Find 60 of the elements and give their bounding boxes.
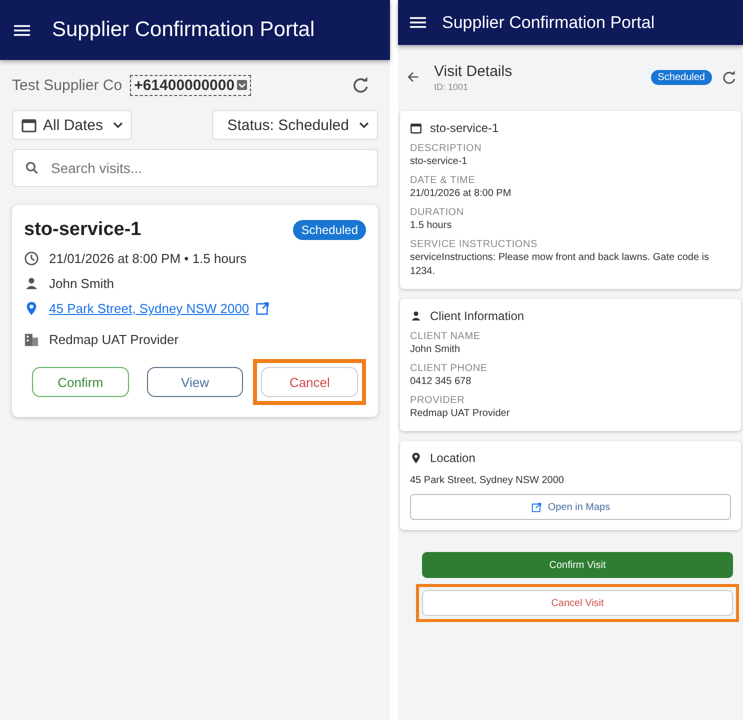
- search-icon: [25, 161, 39, 175]
- location-address: 45 Park Street, Sydney NSW 2000: [410, 475, 565, 486]
- app-title: Supplier Confirmation Portal: [442, 12, 655, 32]
- field-value: 0412 345 678: [410, 375, 472, 389]
- field-label: CLIENT PHONE: [410, 363, 488, 374]
- field-value: 21/01/2026 at 8:00 PM: [410, 187, 512, 201]
- field-value: sto-service-1: [410, 155, 468, 169]
- chevron-down-icon: [113, 122, 124, 128]
- search-input[interactable]: Search visits...: [49, 159, 365, 177]
- confirm-button[interactable]: Confirm: [32, 367, 129, 397]
- status-badge: Scheduled: [650, 70, 712, 84]
- open-in-maps-button[interactable]: Open in Maps: [410, 494, 731, 520]
- view-button[interactable]: View: [146, 367, 244, 397]
- menu-icon[interactable]: [410, 16, 426, 29]
- provider-name: Redmap UAT Provider: [49, 332, 179, 347]
- field-label: DATE & TIME: [410, 175, 476, 186]
- person-icon: [410, 310, 422, 322]
- chevron-down-icon: [359, 122, 369, 128]
- calendar-icon: [21, 117, 37, 133]
- cancel-button[interactable]: Cancel: [261, 367, 358, 397]
- search-field[interactable]: Search visits...: [12, 149, 378, 187]
- refresh-icon[interactable]: [722, 70, 737, 84]
- visit-id: ID: 1001: [434, 82, 470, 92]
- dropdown-icon: [236, 80, 247, 90]
- app-title: Supplier Confirmation Portal: [52, 18, 315, 42]
- address-link[interactable]: 45 Park Street, Sydney NSW 2000: [49, 301, 250, 316]
- visit-time: 21/01/2026 at 8:00 PM • 1.5 hours: [49, 251, 247, 266]
- confirm-visit-button[interactable]: Confirm Visit: [422, 552, 733, 578]
- clock-icon: [24, 251, 39, 266]
- building-icon: [24, 332, 39, 347]
- location-pin-icon: [24, 301, 39, 316]
- external-link-icon: [530, 502, 542, 512]
- status-badge: Scheduled: [293, 220, 366, 240]
- filter-dropdown[interactable]: All Dates: [12, 110, 132, 140]
- page-title: Visit Details: [434, 62, 512, 80]
- field-value: Redmap UAT Provider: [410, 407, 511, 421]
- field-value: 1.5 hours: [410, 219, 453, 233]
- field-label: DESCRIPTION: [410, 143, 483, 154]
- phone-selector[interactable]: +61400000000: [130, 74, 251, 96]
- section-title: sto-service-1: [430, 121, 499, 135]
- field-label: CLIENT NAME: [410, 331, 482, 342]
- field-value: serviceInstructions: Please mow front and back lawns. Gate code is 1234.: [410, 251, 710, 279]
- section-title: Location: [430, 451, 476, 465]
- supplier-name: Test Supplier Co: [12, 76, 122, 94]
- external-link-icon[interactable]: [255, 301, 270, 316]
- cancel-visit-button[interactable]: Cancel Visit: [422, 590, 733, 616]
- menu-icon[interactable]: [14, 24, 30, 36]
- field-value: John Smith: [410, 343, 462, 357]
- field-label: PROVIDER: [410, 395, 466, 406]
- filter-dropdown[interactable]: Status: Scheduled: [212, 110, 378, 140]
- back-arrow-icon[interactable]: [406, 70, 420, 84]
- field-label: DURATION: [410, 207, 465, 218]
- client-name: John Smith: [49, 276, 114, 291]
- refresh-icon[interactable]: [352, 76, 370, 94]
- field-label: SERVICE INSTRUCTIONS: [410, 239, 538, 250]
- visit-title: sto-service-1: [24, 219, 142, 241]
- section-title: Client Information: [430, 309, 524, 323]
- person-icon: [24, 276, 39, 291]
- calendar-icon: [410, 122, 422, 134]
- location-pin-icon: [410, 452, 422, 464]
